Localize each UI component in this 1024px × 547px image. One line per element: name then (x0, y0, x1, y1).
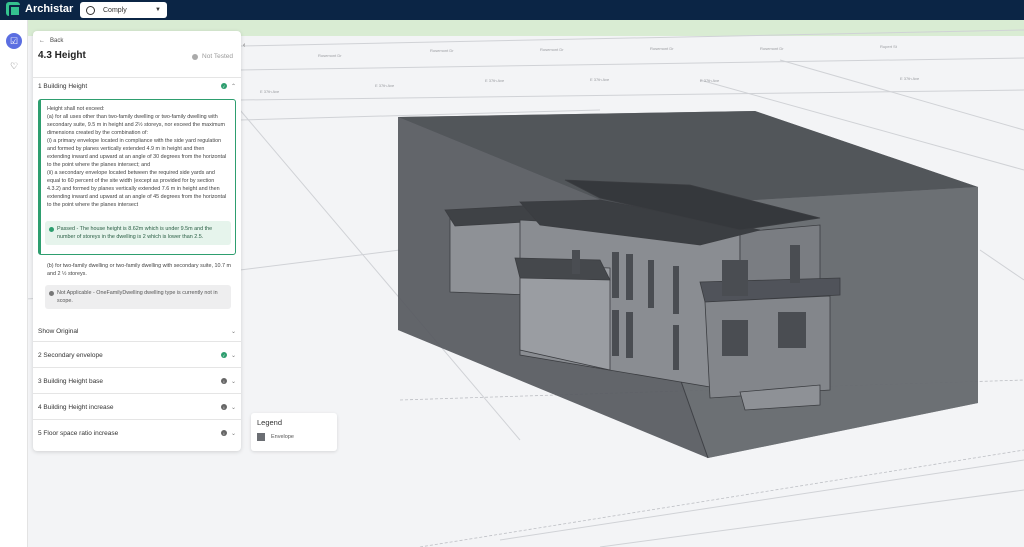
top-bar: Archistar Comply ▼ (0, 0, 1024, 20)
rule-b-text: (b) for two-family dwelling or two-famil… (47, 263, 231, 277)
section-building-height-base[interactable]: 3 Building Height base i ⌄ (38, 374, 236, 388)
status-dot-icon (192, 53, 199, 60)
section-label: 4 Building Height increase (38, 403, 114, 411)
checklist-icon: ☑ (9, 35, 19, 46)
svg-text:E 37th Ave: E 37th Ave (590, 77, 610, 82)
check-circle-icon (49, 227, 54, 232)
na-text: Not Applicable - OneFamilyDwelling dwell… (57, 290, 218, 304)
legend-swatch (257, 433, 265, 441)
divider (33, 419, 241, 420)
page-title: 4.3 Height (38, 50, 86, 61)
map-legend: Legend Envelope (251, 413, 337, 451)
legend-label: Envelope (271, 434, 294, 440)
check-circle-icon: ✓ (220, 83, 227, 89)
svg-text:E 37th Ave: E 37th Ave (375, 83, 395, 88)
chevron-down-icon: ⌄ (230, 430, 236, 437)
mode-select[interactable]: Comply ▼ (80, 2, 167, 18)
mode-select-value: Comply (103, 6, 127, 14)
section-label: 2 Secondary envelope (38, 351, 103, 359)
legend-item: Envelope (257, 433, 331, 441)
info-circle-icon: i (220, 378, 227, 384)
chevron-down-icon: ⌄ (230, 352, 236, 359)
chevron-down-icon: ⌄ (230, 404, 236, 411)
passed-result: Passed - The house height is 8.62m which… (45, 221, 231, 245)
svg-text:Rosemont Dr: Rosemont Dr (540, 47, 564, 52)
arrow-left-icon: ← (39, 38, 45, 44)
section-label: 3 Building Height base (38, 377, 104, 385)
chevron-up-icon: ⌃ (230, 83, 236, 90)
compliance-panel: ← Back 4.3 Height Not Tested 1 Building … (33, 31, 241, 451)
target-icon (86, 5, 95, 15)
heart-icon: ♡ (9, 60, 19, 71)
section-building-height[interactable]: 1 Building Height ✓ ⌃ (38, 79, 236, 93)
section-label: 1 Building Height (38, 82, 88, 90)
chevron-down-icon: ⌄ (230, 378, 236, 385)
app-logo[interactable]: Archistar (6, 2, 74, 17)
legend-title: Legend (257, 418, 283, 427)
divider (33, 341, 241, 342)
svg-text:Rosemont Dr: Rosemont Dr (318, 53, 342, 58)
info-circle-icon: i (220, 430, 227, 436)
passed-text: Passed - The house height is 8.62m which… (57, 226, 213, 240)
section-building-height-increase[interactable]: 4 Building Height increase i ⌄ (38, 400, 236, 414)
status-badge: Not Tested (192, 53, 233, 60)
left-rail: ☑ ♡ (0, 20, 28, 547)
section-label: 5 Floor space ratio increase (38, 429, 119, 437)
collapse-panel-button[interactable]: ‹ (243, 42, 245, 49)
svg-text:E 37th Ave: E 37th Ave (260, 89, 280, 94)
archistar-logo-icon (6, 2, 21, 17)
rail-compliance-button[interactable]: ☑ (6, 33, 22, 49)
show-original-label: Show Original (38, 327, 79, 335)
check-circle-icon: ✓ (220, 352, 227, 358)
status-label: Not Tested (202, 53, 233, 60)
svg-text:E 37th Ave: E 37th Ave (900, 76, 920, 81)
svg-text:Rosemont Dr: Rosemont Dr (760, 46, 784, 51)
divider (33, 77, 241, 78)
svg-text:E 37th Ave: E 37th Ave (485, 78, 505, 83)
info-circle-icon: i (220, 404, 227, 410)
svg-text:Rosemont Dr: Rosemont Dr (650, 46, 674, 51)
back-label: Back (50, 38, 64, 44)
divider (33, 367, 241, 368)
divider (33, 393, 241, 394)
section-secondary-envelope[interactable]: 2 Secondary envelope ✓ ⌄ (38, 348, 236, 362)
not-applicable-result: Not Applicable - OneFamilyDwelling dwell… (45, 285, 231, 309)
svg-text:Rupert St: Rupert St (880, 44, 898, 49)
caret-down-icon: ▼ (155, 7, 161, 13)
minus-circle-icon (49, 291, 54, 296)
back-button[interactable]: ← Back (39, 38, 63, 44)
show-original-toggle[interactable]: Show Original ⌄ (38, 324, 236, 338)
chevron-down-icon: ⌄ (230, 328, 236, 335)
svg-text:Rosemont Dr: Rosemont Dr (430, 48, 454, 53)
rule-text: Height shall not exceed: (a) for all use… (47, 106, 227, 208)
section-floor-space-ratio[interactable]: 5 Floor space ratio increase i ⌄ (38, 426, 236, 440)
rail-favourites-button[interactable]: ♡ (6, 58, 22, 74)
svg-text:E 37th Ave: E 37th Ave (700, 78, 720, 83)
app-name: Archistar (25, 3, 74, 15)
